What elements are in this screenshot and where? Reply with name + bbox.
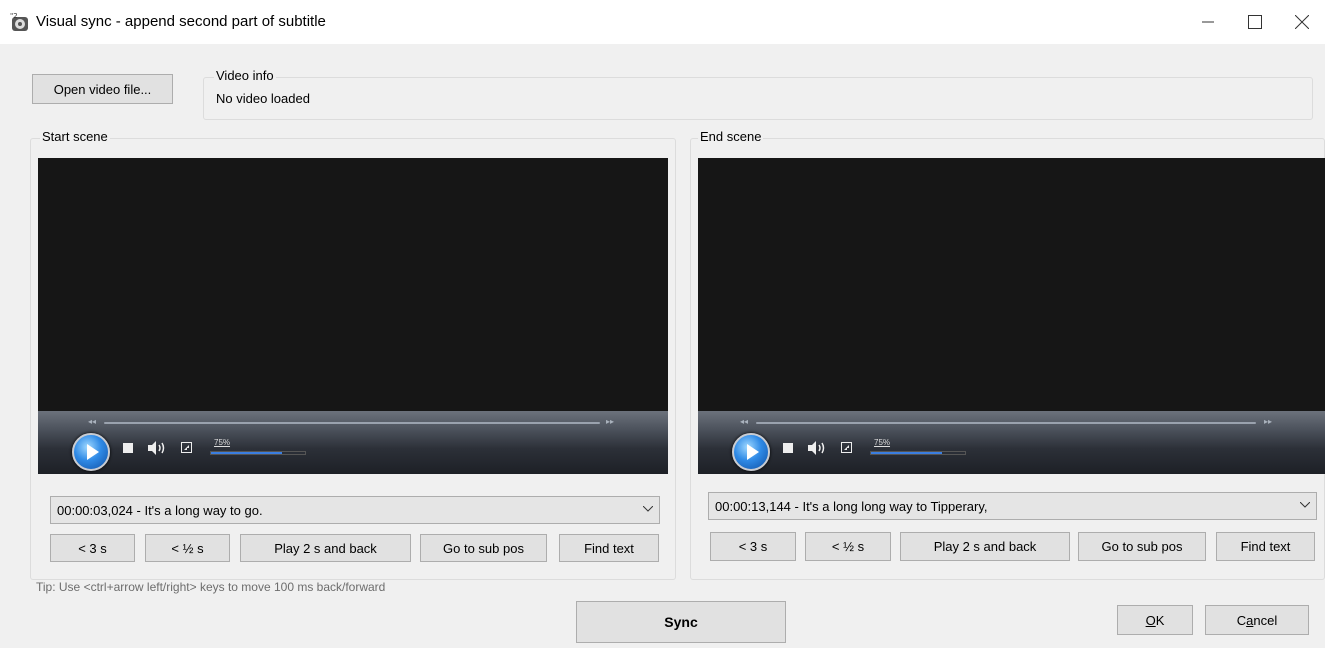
start-volume-slider[interactable]: [210, 451, 306, 455]
window-title: Visual sync - append second part of subt…: [36, 13, 326, 30]
cancel-label-post: ncel: [1253, 612, 1278, 628]
cancel-label-pre: C: [1236, 612, 1247, 628]
cancel-button[interactable]: Ca ncel: [1205, 605, 1309, 635]
video-info-group: [203, 77, 1313, 120]
start-scene-title: Start scene: [40, 129, 110, 144]
cancel-accelerator: a: [1246, 612, 1254, 628]
title-bar: "2 Visual sync - append second part of s…: [0, 0, 1325, 44]
end-go-to-sub-pos-button[interactable]: Go to sub pos: [1078, 532, 1206, 561]
end-player-controls: ◂◂ ▸▸ 75%: [698, 411, 1325, 474]
maximize-icon: [1248, 15, 1262, 29]
end-back-3s-button[interactable]: < 3 s: [710, 532, 796, 561]
end-back-half-second-button[interactable]: < ½ s: [805, 532, 891, 561]
end-volume-fill: [871, 452, 942, 454]
end-volume-label: 75%: [874, 438, 891, 447]
volume-icon[interactable]: [148, 441, 166, 455]
maximize-button[interactable]: [1232, 0, 1278, 44]
end-seek-bar[interactable]: [756, 422, 1256, 424]
end-find-text-button[interactable]: Find text: [1216, 532, 1315, 561]
play-icon: [747, 444, 759, 460]
start-back-half-second-button[interactable]: < ½ s: [145, 534, 230, 562]
start-go-to-sub-pos-button[interactable]: Go to sub pos: [420, 534, 547, 562]
start-volume-label: 75%: [214, 438, 231, 447]
start-subtitle-select[interactable]: 00:00:03,024 - It's a long way to go.: [50, 496, 660, 524]
ok-label-rest: K: [1155, 612, 1165, 628]
chevron-down-icon: [1300, 502, 1310, 508]
end-play-button[interactable]: [732, 433, 770, 471]
start-player-controls: ◂◂ ▸▸ 75%: [38, 411, 668, 474]
fast-forward-icon[interactable]: ▸▸: [606, 417, 614, 426]
open-video-file-button[interactable]: Open video file...: [32, 74, 173, 104]
end-selected-subtitle: 00:00:13,144 - It's a long long way to T…: [715, 498, 988, 514]
minimize-icon: [1202, 21, 1214, 23]
end-subtitle-select[interactable]: 00:00:13,144 - It's a long long way to T…: [708, 492, 1317, 520]
volume-icon[interactable]: [808, 441, 826, 455]
fast-forward-icon[interactable]: ▸▸: [1264, 417, 1272, 426]
end-scene-title: End scene: [698, 129, 764, 144]
video-info-title: Video info: [214, 68, 276, 83]
end-play-2s-and-back-button[interactable]: Play 2 s and back: [900, 532, 1070, 561]
ok-accelerator: O: [1145, 612, 1156, 628]
video-info-text: No video loaded: [216, 91, 310, 106]
ok-button[interactable]: OK: [1117, 605, 1193, 635]
chevron-down-icon: [643, 506, 653, 512]
minimize-button[interactable]: [1185, 0, 1231, 44]
fullscreen-icon[interactable]: [841, 442, 852, 453]
close-button[interactable]: [1279, 0, 1325, 44]
start-find-text-button[interactable]: Find text: [559, 534, 659, 562]
start-volume-fill: [211, 452, 282, 454]
stop-icon[interactable]: [123, 443, 133, 453]
close-icon: [1295, 15, 1309, 29]
end-volume-slider[interactable]: [870, 451, 966, 455]
start-play-2s-and-back-button[interactable]: Play 2 s and back: [240, 534, 411, 562]
fullscreen-icon[interactable]: [181, 442, 192, 453]
sync-button[interactable]: Sync: [576, 601, 786, 643]
subtitle-edit-app-icon: "2: [10, 12, 28, 31]
start-seek-bar[interactable]: [104, 422, 600, 424]
start-back-3s-button[interactable]: < 3 s: [50, 534, 135, 562]
play-icon: [87, 444, 99, 460]
start-selected-subtitle: 00:00:03,024 - It's a long way to go.: [57, 502, 263, 518]
start-video-player[interactable]: ◂◂ ▸▸ 75%: [38, 158, 668, 474]
stop-icon[interactable]: [783, 443, 793, 453]
rewind-icon[interactable]: ◂◂: [88, 417, 96, 426]
start-play-button[interactable]: [72, 433, 110, 471]
tip-text: Tip: Use <ctrl+arrow left/right> keys to…: [36, 580, 386, 594]
end-video-player[interactable]: ◂◂ ▸▸ 75%: [698, 158, 1325, 474]
svg-text:"2: "2: [10, 12, 18, 20]
rewind-icon[interactable]: ◂◂: [740, 417, 748, 426]
